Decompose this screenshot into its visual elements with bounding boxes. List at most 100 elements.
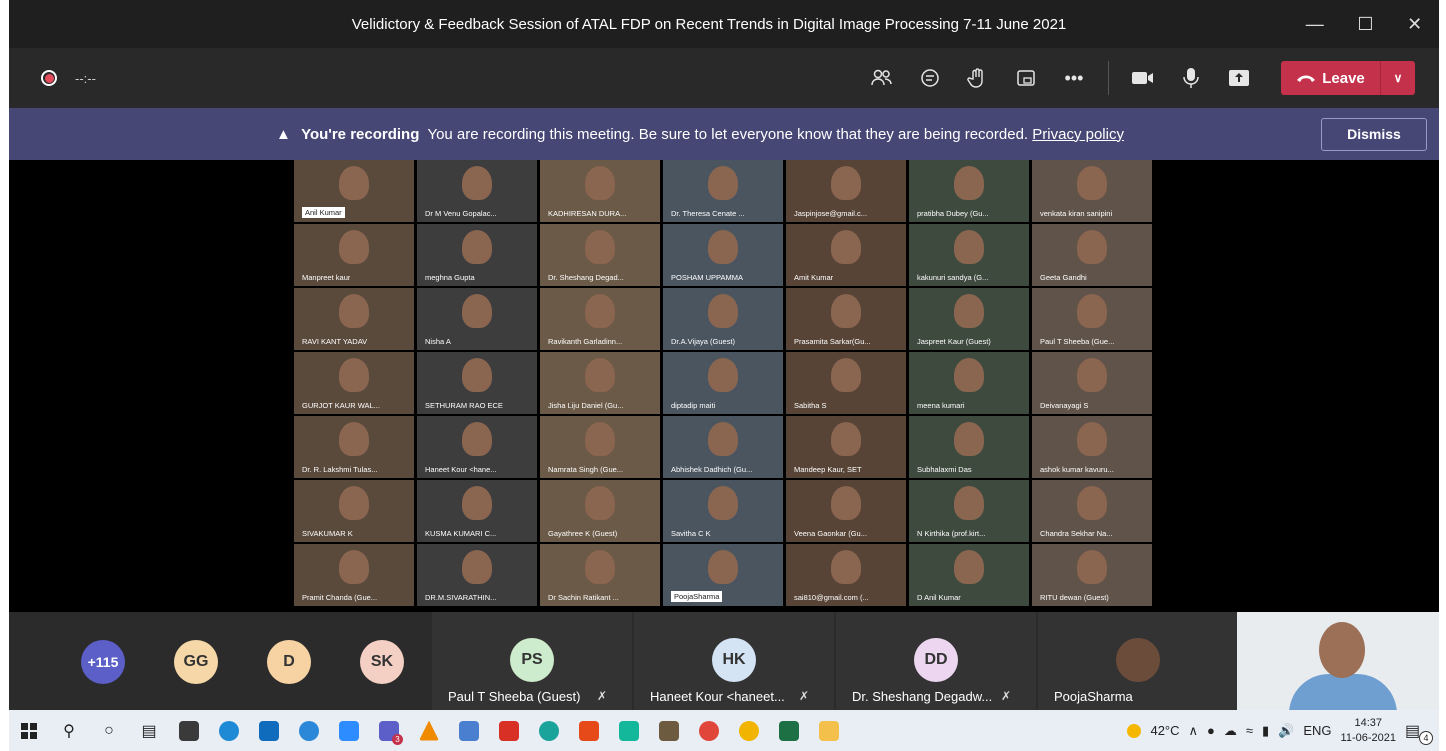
raise-hand-icon[interactable]	[954, 58, 1002, 98]
video-tile[interactable]: pratibha Dubey (Gu...	[909, 160, 1029, 222]
video-tile[interactable]: Nisha A	[417, 288, 537, 350]
participant-card[interactable]: PS Paul T Sheeba (Guest) ✗	[432, 612, 632, 710]
language-indicator[interactable]: ENG	[1303, 723, 1331, 738]
video-tile[interactable]: Namrata Singh (Gue...	[540, 416, 660, 478]
video-tile[interactable]: PoojaSharma	[663, 544, 783, 606]
video-tile[interactable]: Jisha Liju Daniel (Gu...	[540, 352, 660, 414]
battery-icon[interactable]: ▮	[1262, 723, 1269, 739]
participant-card[interactable]: PoojaSharma	[1038, 612, 1238, 710]
weather-temp[interactable]: 42°C	[1150, 723, 1179, 738]
participant-card[interactable]: HK Haneet Kour <haneet... ✗	[634, 612, 834, 710]
chrome-profile-icon[interactable]	[729, 710, 769, 751]
video-tile[interactable]: Manpreet kaur	[294, 224, 414, 286]
chevron-up-icon[interactable]: ∧	[1189, 723, 1199, 739]
chat-icon[interactable]	[906, 58, 954, 98]
video-tile[interactable]: POSHAM UPPAMMA	[663, 224, 783, 286]
video-tile[interactable]: Jaspinjose@gmail.c...	[786, 160, 906, 222]
windows-start-icon[interactable]	[9, 710, 49, 751]
video-tile[interactable]: SIVAKUMAR K	[294, 480, 414, 542]
video-tile[interactable]: meena kumari	[909, 352, 1029, 414]
video-tile[interactable]: Dr M Venu Gopalac...	[417, 160, 537, 222]
minimize-button[interactable]: —	[1306, 14, 1324, 35]
video-tile[interactable]: Dr. Sheshang Degad...	[540, 224, 660, 286]
video-tile[interactable]: SETHURAM RAO ECE	[417, 352, 537, 414]
video-tile[interactable]: GURJOT KAUR WAL...	[294, 352, 414, 414]
video-tile[interactable]: Anil Kumar	[294, 160, 414, 222]
volume-icon[interactable]: 🔊	[1278, 723, 1294, 739]
video-tile[interactable]: kakunuri sandya (G...	[909, 224, 1029, 286]
video-tile[interactable]: Gayathree K (Guest)	[540, 480, 660, 542]
mail-icon[interactable]	[249, 710, 289, 751]
video-tile[interactable]: N Kirthika (prof.kirt...	[909, 480, 1029, 542]
privacy-policy-link[interactable]: Privacy policy	[1032, 126, 1124, 143]
video-tile[interactable]: Dr Sachin Ratikant ...	[540, 544, 660, 606]
office-icon[interactable]	[569, 710, 609, 751]
teams-icon[interactable]: 3	[369, 710, 409, 751]
video-tile[interactable]: Prasamita Sarkar(Gu...	[786, 288, 906, 350]
video-tile[interactable]: meghna Gupta	[417, 224, 537, 286]
video-tile[interactable]: D Anil Kumar	[909, 544, 1029, 606]
file-icon[interactable]	[449, 710, 489, 751]
video-tile[interactable]: venkata kiran sanipini	[1032, 160, 1152, 222]
close-button[interactable]: ✕	[1407, 14, 1422, 35]
participant-avatar[interactable]: GG	[174, 640, 218, 684]
participant-avatar[interactable]: D	[267, 640, 311, 684]
people-icon[interactable]	[858, 58, 906, 98]
video-tile[interactable]: Sabitha S	[786, 352, 906, 414]
self-view-video[interactable]	[1237, 612, 1439, 710]
weather-icon[interactable]	[1127, 723, 1142, 738]
zoom-icon[interactable]	[329, 710, 369, 751]
video-tile[interactable]: Deivanayagi S	[1032, 352, 1152, 414]
app-ring-icon[interactable]	[529, 710, 569, 751]
participant-card[interactable]: DD Dr. Sheshang Degadw... ✗	[836, 612, 1036, 710]
video-tile[interactable]: Amit Kumar	[786, 224, 906, 286]
mic-icon[interactable]	[1167, 58, 1215, 98]
search-icon[interactable]: ⚲	[49, 710, 89, 751]
more-participants-button[interactable]: +115	[81, 640, 125, 684]
task-view-icon[interactable]: ▤	[129, 710, 169, 751]
camera-icon[interactable]	[1119, 58, 1167, 98]
rooms-icon[interactable]	[1002, 58, 1050, 98]
vlc-icon[interactable]	[409, 710, 449, 751]
video-tile[interactable]: diptadip maiti	[663, 352, 783, 414]
clock[interactable]: 14:37 11-06-2021	[1341, 716, 1396, 746]
video-tile[interactable]: Jaspreet Kaur (Guest)	[909, 288, 1029, 350]
video-tile[interactable]: Veena Gaonkar (Gu...	[786, 480, 906, 542]
maximize-button[interactable]: ☐	[1357, 14, 1373, 35]
video-tile[interactable]: KUSMA KUMARI C...	[417, 480, 537, 542]
participant-avatar[interactable]: SK	[360, 640, 404, 684]
video-tile[interactable]: Geeta Gandhi	[1032, 224, 1152, 286]
video-tile[interactable]: RAVI KANT YADAV	[294, 288, 414, 350]
dismiss-button[interactable]: Dismiss	[1321, 117, 1427, 151]
onedrive-icon[interactable]: ☁	[1224, 723, 1237, 739]
acrobat-icon[interactable]	[489, 710, 529, 751]
wifi-icon[interactable]: ≈	[1246, 723, 1253, 738]
video-tile[interactable]: Paul T Sheeba (Gue...	[1032, 288, 1152, 350]
video-tile[interactable]: Ravikanth Garladinn...	[540, 288, 660, 350]
file-explorer-icon[interactable]	[809, 710, 849, 751]
excel-icon[interactable]	[769, 710, 809, 751]
video-tile[interactable]: Dr. R. Lakshmi Tulas...	[294, 416, 414, 478]
tray-mic-icon[interactable]: ●	[1207, 723, 1215, 738]
app-green-icon[interactable]	[609, 710, 649, 751]
cortana-icon[interactable]: ○	[89, 710, 129, 751]
video-tile[interactable]: ashok kumar kavuru...	[1032, 416, 1152, 478]
video-tile[interactable]: RITU dewan (Guest)	[1032, 544, 1152, 606]
video-tile[interactable]: Mandeep Kaur, SET	[786, 416, 906, 478]
video-tile[interactable]: Dr.A.Vijaya (Guest)	[663, 288, 783, 350]
video-tile[interactable]: Subhalaxmi Das	[909, 416, 1029, 478]
video-tile[interactable]: Abhishek Dadhich (Gu...	[663, 416, 783, 478]
app-slides-icon[interactable]	[649, 710, 689, 751]
more-options-icon[interactable]: •••	[1050, 58, 1098, 98]
video-tile[interactable]: Haneet Kour <hane...	[417, 416, 537, 478]
video-tile[interactable]: Chandra Sekhar Na...	[1032, 480, 1152, 542]
chrome-icon[interactable]	[689, 710, 729, 751]
video-tile[interactable]: DR.M.SIVARATHIN...	[417, 544, 537, 606]
video-tile[interactable]: sai810@gmail.com (...	[786, 544, 906, 606]
leave-button[interactable]: Leave ∨	[1281, 61, 1415, 95]
share-screen-icon[interactable]	[1215, 58, 1263, 98]
video-tile[interactable]: KADHIRESAN DURA...	[540, 160, 660, 222]
chevron-down-icon[interactable]: ∨	[1381, 71, 1415, 85]
browser-icon[interactable]	[289, 710, 329, 751]
video-tile[interactable]: Savitha C K	[663, 480, 783, 542]
